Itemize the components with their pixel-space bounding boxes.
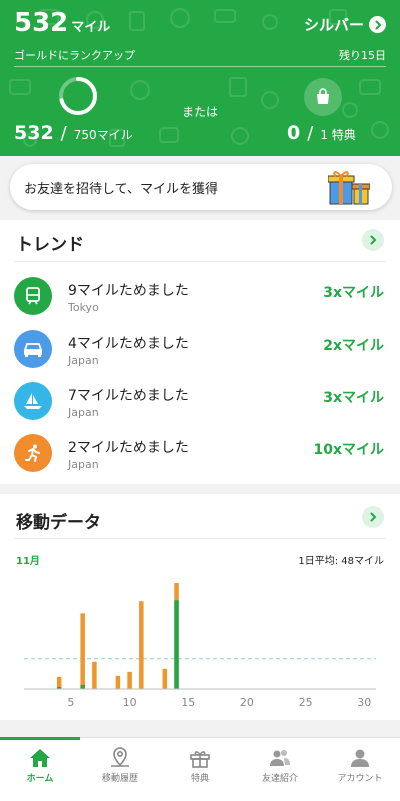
- miles-balance: 532 マイル: [14, 8, 110, 38]
- gift-icon: [190, 751, 210, 768]
- home-icon: [30, 749, 50, 767]
- days-left: 残り15日: [339, 49, 386, 62]
- trend-item-place: Japan: [68, 406, 99, 419]
- bar-green: [174, 600, 179, 689]
- tab-benefits-label: 特典: [190, 774, 209, 784]
- x-tick-label: 30: [357, 696, 371, 709]
- boat-icon: [14, 382, 52, 420]
- tab-referral-label: 友達紹介: [261, 774, 298, 784]
- benefit-current: 0: [287, 122, 301, 144]
- trend-item-title: 9マイルためました: [68, 283, 189, 299]
- tab-history-label: 移動履歴: [101, 774, 138, 784]
- active-tab-indicator: [0, 737, 80, 740]
- map-pin-icon: [111, 747, 129, 767]
- train-icon: [14, 277, 52, 315]
- x-tick-label: 15: [181, 696, 195, 709]
- miles-progress-text: 532 / 750マイル: [14, 122, 133, 144]
- tab-account[interactable]: アカウント: [320, 738, 400, 801]
- rank-label: シルバー: [303, 16, 364, 34]
- trend-item-title: 2マイルためました: [68, 440, 189, 456]
- tab-home[interactable]: ホーム: [0, 738, 80, 801]
- trend-item[interactable]: 9マイルためました Tokyo 3xマイル: [0, 270, 400, 320]
- trend-more-button[interactable]: [362, 229, 384, 251]
- bar-orange: [92, 661, 97, 689]
- movement-more-button[interactable]: [362, 506, 384, 528]
- trend-item-multiplier: 3xマイル: [323, 285, 384, 301]
- x-tick-label: 25: [299, 696, 313, 709]
- trend-item-title: 7マイルためました: [68, 388, 189, 404]
- bar-orange: [127, 671, 132, 689]
- account-icon: [351, 749, 369, 767]
- header-divider: [14, 66, 386, 67]
- miles-balance-unit: マイル: [71, 20, 111, 35]
- movement-divider: [14, 538, 386, 539]
- tab-account-label: アカウント: [337, 774, 383, 784]
- app-screen: 532 マイル シルバー ゴールドにランクアップ 残り15日 または 532 /…: [0, 0, 400, 801]
- chevron-right-icon: [370, 512, 377, 522]
- chevron-right-icon: [369, 16, 386, 33]
- trend-item[interactable]: 7マイルためました Japan 3xマイル: [0, 375, 400, 425]
- trend-item[interactable]: 2マイルためました Japan 10xマイル: [0, 427, 400, 477]
- tab-home-label: ホーム: [26, 774, 54, 784]
- tab-history[interactable]: 移動履歴: [80, 738, 160, 801]
- trend-card: トレンド 9マイルためました Tokyo 3xマイル 4マイルためました Jap…: [0, 220, 400, 484]
- movement-chart: 5 10 15 20 25 30: [24, 583, 376, 709]
- trend-item-place: Tokyo: [68, 301, 99, 314]
- tab-benefits[interactable]: 特典: [160, 738, 240, 801]
- or-label: または: [181, 105, 218, 119]
- bar-green: [80, 684, 85, 689]
- bottom-tab-bar: ホーム 移動履歴 特典 友達紹介 アカウント: [0, 737, 400, 801]
- trend-item[interactable]: 4マイルためました Japan 2xマイル: [0, 323, 400, 373]
- progress-current: 532: [14, 122, 54, 144]
- bar-orange: [162, 668, 168, 689]
- x-tick-label: 20: [240, 696, 254, 709]
- benefit-goal: 1 特典: [320, 128, 356, 142]
- upgrade-text: ゴールドにランクアップ: [14, 49, 135, 62]
- tab-referral[interactable]: 友達紹介: [240, 738, 320, 801]
- trend-divider: [14, 261, 386, 262]
- chart-month: 11月: [16, 556, 40, 567]
- benefit-progress-text: 0 / 1 特典: [287, 122, 356, 144]
- trend-item-place: Japan: [68, 458, 99, 471]
- rank-button[interactable]: シルバー: [304, 14, 386, 35]
- trend-item-place: Japan: [68, 354, 99, 367]
- progress-slash: /: [60, 123, 67, 144]
- invite-friends-banner[interactable]: お友達を招待して、マイルを獲得: [10, 164, 392, 210]
- movement-title: 移動データ: [16, 513, 101, 533]
- friends-icon: [270, 750, 290, 766]
- chevron-right-icon: [370, 235, 377, 245]
- trend-item-multiplier: 3xマイル: [323, 390, 384, 406]
- miles-balance-value: 532: [14, 8, 69, 38]
- trend-item-multiplier: 10xマイル: [313, 442, 384, 458]
- shopping-bag-icon: [304, 78, 342, 116]
- run-icon: [14, 434, 52, 472]
- bar-orange: [80, 613, 85, 689]
- invite-text: お友達を招待して、マイルを獲得: [24, 182, 218, 197]
- trend-item-multiplier: 2xマイル: [323, 338, 384, 354]
- bar-orange: [139, 601, 144, 689]
- x-tick-label: 10: [123, 696, 137, 709]
- bar-orange: [115, 675, 121, 689]
- x-tick-label: 5: [67, 696, 74, 709]
- gift-icon: [328, 171, 370, 205]
- trend-item-title: 4マイルためました: [68, 336, 189, 352]
- car-icon: [14, 330, 52, 368]
- daily-average: 1日平均: 48マイル: [298, 556, 384, 567]
- mileage-header: 532 マイル シルバー ゴールドにランクアップ 残り15日 または 532 /…: [0, 0, 400, 156]
- trend-title: トレンド: [16, 235, 84, 255]
- benefit-slash: /: [307, 123, 314, 144]
- progress-goal: 750マイル: [73, 128, 133, 142]
